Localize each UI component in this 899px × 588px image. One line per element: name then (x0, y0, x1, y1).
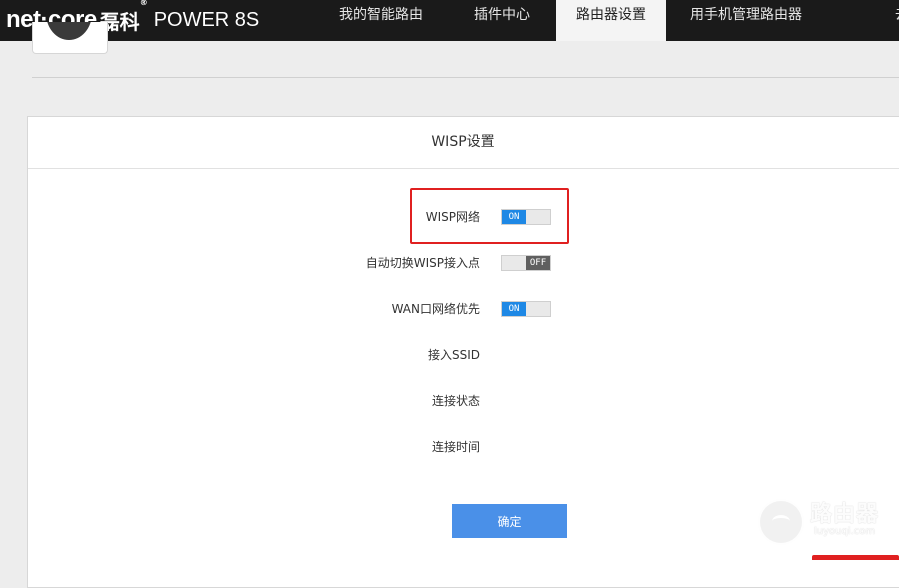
corner-red-mark (812, 555, 899, 560)
avatar-image (46, 22, 92, 40)
wan-priority-toggle[interactable]: ON (501, 301, 551, 317)
toggle-state-text: ON (502, 210, 526, 224)
tab-mobile-manage[interactable]: 用手机管理路由器 (666, 0, 826, 41)
row-wisp-network: WISP网络 ON (28, 207, 899, 227)
tab-more-truncated[interactable]: 去 (826, 0, 899, 41)
wan-priority-label: WAN口网络优先 (391, 302, 480, 316)
connection-status-label: 连接状态 (431, 394, 480, 408)
row-connection-status: 连接状态 (28, 391, 899, 411)
wisp-network-label: WISP网络 (425, 210, 480, 224)
auto-switch-wisp-toggle[interactable]: OFF (501, 255, 551, 271)
tab-router-settings[interactable]: 路由器设置 (556, 0, 666, 41)
toggle-state-text: OFF (526, 256, 550, 270)
confirm-button[interactable]: 确定 (452, 504, 567, 538)
row-connection-time: 连接时间 (28, 437, 899, 457)
row-access-ssid: 接入SSID (28, 345, 899, 365)
header-divider (32, 77, 899, 78)
auto-switch-wisp-label: 自动切换WISP接入点 (365, 256, 480, 270)
connection-time-label: 连接时间 (431, 440, 480, 454)
row-wan-priority: WAN口网络优先 ON (28, 299, 899, 319)
watermark-title: 路由器 (810, 502, 880, 527)
toggle-state-text: ON (502, 302, 526, 316)
registered-mark: ® (139, 0, 148, 7)
watermark-router-icon (758, 499, 804, 545)
tab-plugin-center[interactable]: 插件中心 (448, 0, 556, 41)
device-avatar (32, 22, 108, 54)
wisp-network-toggle[interactable]: ON (501, 209, 551, 225)
access-ssid-label: 接入SSID (427, 348, 480, 362)
dialog-title: WISP设置 (28, 117, 899, 169)
tab-my-smart-router[interactable]: 我的智能路由 (314, 0, 448, 41)
watermark-url: luyouqi.com (814, 526, 876, 537)
row-auto-switch-wisp: 自动切换WISP接入点 OFF (28, 253, 899, 273)
watermark: 路由器 luyouqi.com (758, 496, 899, 545)
top-nav-bar: net·core 磊科® POWER 8S 我的智能路由 插件中心 路由器设置 … (0, 0, 899, 41)
main-nav: 我的智能路由 插件中心 路由器设置 用手机管理路由器 去 (314, 0, 899, 41)
brand-model: POWER 8S (153, 8, 260, 31)
